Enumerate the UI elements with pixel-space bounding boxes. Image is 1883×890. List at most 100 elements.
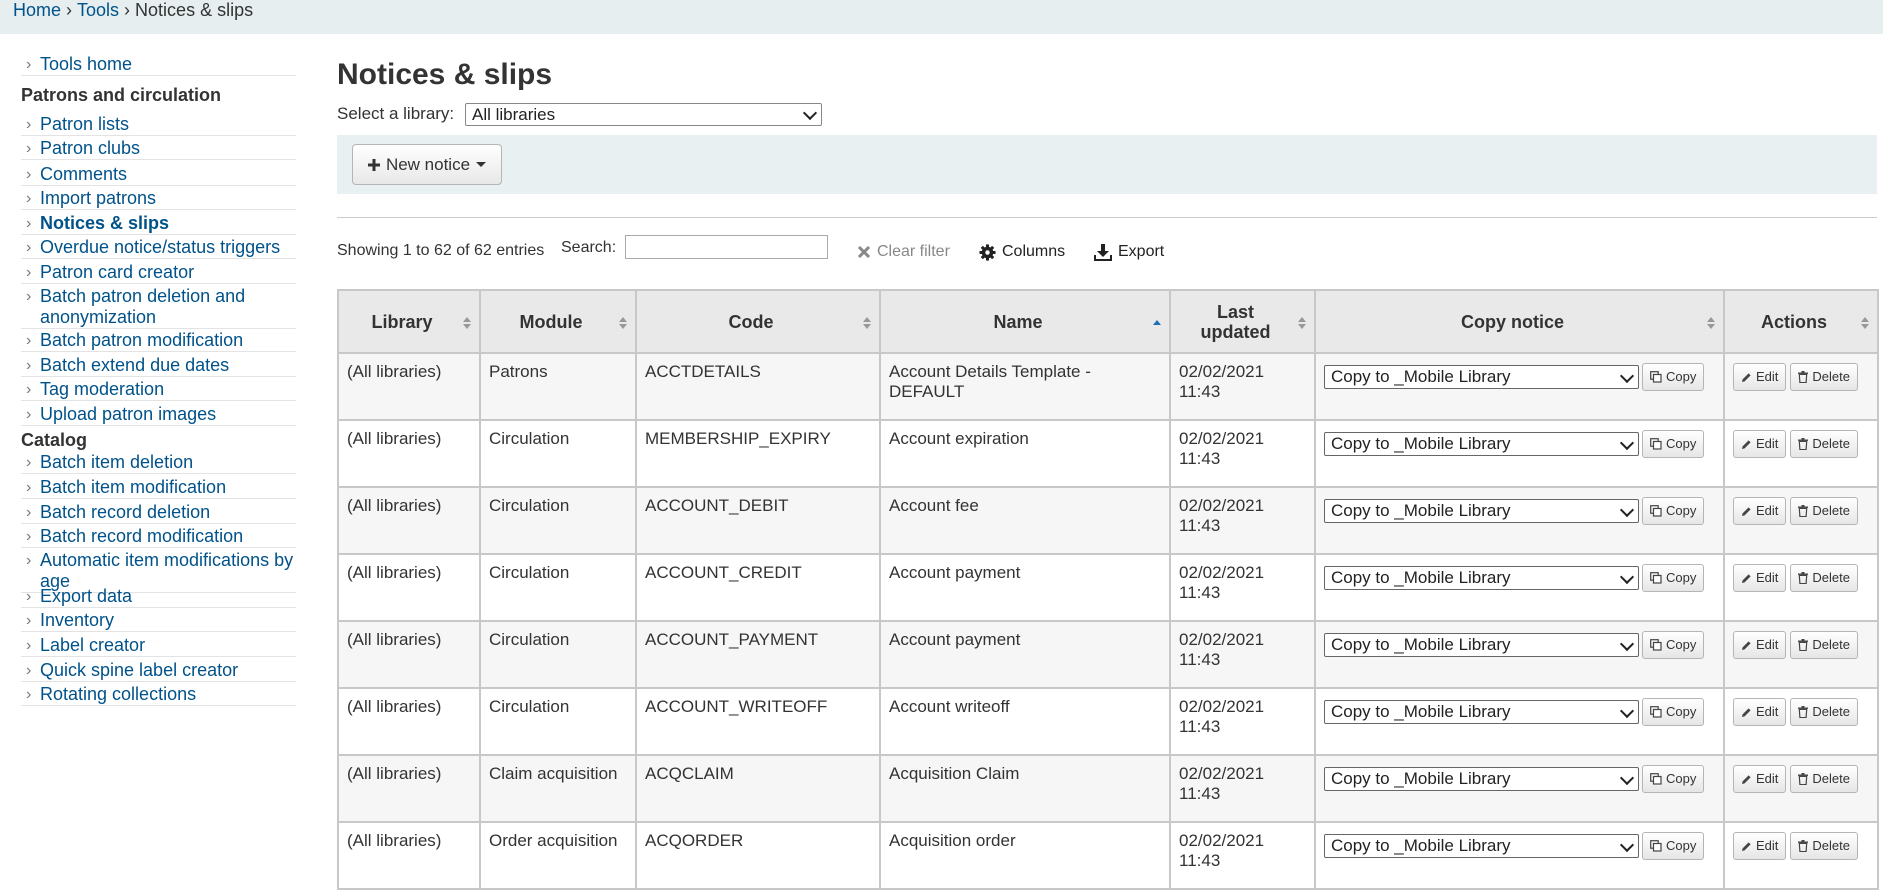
- sidebar-item-batch-record-deletion[interactable]: Batch record deletion: [21, 502, 296, 524]
- sidebar-item-comments[interactable]: Comments: [21, 164, 296, 186]
- edit-button[interactable]: Edit: [1733, 832, 1787, 860]
- sidebar-item-label[interactable]: Tag moderation: [40, 379, 164, 399]
- sidebar-item-batch-item-modification[interactable]: Batch item modification: [21, 477, 296, 499]
- copy-button[interactable]: Copy: [1642, 698, 1705, 726]
- sidebar-item-label[interactable]: Quick spine label creator: [40, 660, 238, 680]
- columns-button[interactable]: Columns: [979, 243, 1065, 261]
- sidebar-item-label[interactable]: Patron lists: [40, 114, 129, 134]
- copy-button[interactable]: Copy: [1642, 363, 1705, 391]
- copy-to-library-select[interactable]: Copy to _Mobile Library: [1324, 633, 1639, 657]
- cell-name: Acquisition Claim: [879, 754, 1171, 823]
- copy-button[interactable]: Copy: [1642, 497, 1705, 525]
- cell-copy-notice: Copy to _Mobile Library Copy: [1314, 754, 1725, 823]
- sidebar-item-patron-lists[interactable]: Patron lists: [21, 114, 296, 136]
- cell-date: 02/02/2021: [1179, 563, 1265, 582]
- sidebar-item-label[interactable]: Overdue notice/status triggers: [40, 237, 280, 257]
- delete-button[interactable]: Delete: [1790, 430, 1858, 458]
- sidebar-item-batch-item-deletion[interactable]: Batch item deletion: [21, 452, 296, 474]
- column-header-name[interactable]: Name: [879, 289, 1171, 354]
- copy-to-library-select[interactable]: Copy to _Mobile Library: [1324, 432, 1639, 456]
- sidebar-item-label[interactable]: Automatic item modifications by age: [40, 550, 293, 591]
- column-header-last-updated[interactable]: Last updated: [1169, 289, 1316, 354]
- edit-button[interactable]: Edit: [1733, 698, 1787, 726]
- copy-button[interactable]: Copy: [1642, 430, 1705, 458]
- sidebar-item-label[interactable]: Batch patron modification: [40, 330, 243, 350]
- clear-filter-button[interactable]: Clear filter: [857, 243, 950, 261]
- delete-button[interactable]: Delete: [1790, 631, 1858, 659]
- edit-button[interactable]: Edit: [1733, 631, 1787, 659]
- sidebar-item-upload-patron-images[interactable]: Upload patron images: [21, 404, 296, 426]
- copy-button[interactable]: Copy: [1642, 564, 1705, 592]
- sidebar-item-label[interactable]: Batch record deletion: [40, 502, 210, 522]
- sidebar-item-export-data[interactable]: Export data: [21, 586, 296, 608]
- copy-to-library-select[interactable]: Copy to _Mobile Library: [1324, 767, 1639, 791]
- column-header-copy-notice[interactable]: Copy notice: [1314, 289, 1725, 354]
- column-header-library[interactable]: Library: [337, 289, 481, 354]
- sidebar-item-label[interactable]: Batch record modification: [40, 526, 243, 546]
- copy-button[interactable]: Copy: [1642, 832, 1705, 860]
- delete-button[interactable]: Delete: [1790, 497, 1858, 525]
- sidebar-item-label[interactable]: Patron card creator: [40, 262, 194, 282]
- cell-date: 02/02/2021: [1179, 764, 1265, 783]
- copy-to-value: Copy to _Mobile Library: [1331, 836, 1511, 855]
- sidebar-item-patron-clubs[interactable]: Patron clubs: [21, 138, 296, 160]
- sidebar-item-label[interactable]: Label creator: [40, 635, 145, 655]
- edit-button[interactable]: Edit: [1733, 765, 1787, 793]
- sidebar-item-quick-spine-label-creator[interactable]: Quick spine label creator: [21, 660, 296, 682]
- column-header-module[interactable]: Module: [479, 289, 637, 354]
- pencil-icon: [1741, 707, 1752, 718]
- sidebar-item-notices-slips[interactable]: Notices & slips: [21, 213, 296, 235]
- delete-button[interactable]: Delete: [1790, 363, 1858, 391]
- copy-to-library-select[interactable]: Copy to _Mobile Library: [1324, 365, 1639, 389]
- sidebar-item-label-creator[interactable]: Label creator: [21, 635, 296, 657]
- sidebar-item-batch-record-modification[interactable]: Batch record modification: [21, 526, 296, 548]
- sidebar-item-label[interactable]: Import patrons: [40, 188, 156, 208]
- breadcrumb-separator: ›: [66, 0, 73, 20]
- sidebar-item-inventory[interactable]: Inventory: [21, 610, 296, 632]
- copy-button[interactable]: Copy: [1642, 631, 1705, 659]
- sidebar-item-label[interactable]: Comments: [40, 164, 127, 184]
- sidebar-item-overdue-notice-status-triggers[interactable]: Overdue notice/status triggers: [21, 237, 296, 259]
- sidebar-item-label[interactable]: Batch item modification: [40, 477, 226, 497]
- copy-to-library-select[interactable]: Copy to _Mobile Library: [1324, 834, 1639, 858]
- delete-button[interactable]: Delete: [1790, 564, 1858, 592]
- edit-button[interactable]: Edit: [1733, 363, 1787, 391]
- sidebar-item-label[interactable]: Upload patron images: [40, 404, 216, 424]
- library-select[interactable]: All libraries: [465, 103, 822, 126]
- trash-icon: [1798, 706, 1809, 718]
- copy-button[interactable]: Copy: [1642, 765, 1705, 793]
- sidebar-item-label[interactable]: Notices & slips: [40, 213, 169, 233]
- delete-button[interactable]: Delete: [1790, 765, 1858, 793]
- sidebar-item-label[interactable]: Batch extend due dates: [40, 355, 229, 375]
- copy-to-library-select[interactable]: Copy to _Mobile Library: [1324, 499, 1639, 523]
- sidebar-item-import-patrons[interactable]: Import patrons: [21, 188, 296, 210]
- sidebar-item-batch-patron-deletion-and-anonymization[interactable]: Batch patron deletion and anonymization: [21, 286, 296, 329]
- sidebar-item-patron-card-creator[interactable]: Patron card creator: [21, 262, 296, 284]
- new-notice-button[interactable]: New notice: [352, 144, 502, 185]
- sidebar-item-label[interactable]: Batch patron deletion and anonymization: [40, 286, 245, 327]
- sidebar-item-label[interactable]: Rotating collections: [40, 684, 196, 704]
- breadcrumb-home[interactable]: Home: [13, 0, 61, 20]
- sidebar-item-label[interactable]: Patron clubs: [40, 138, 140, 158]
- sidebar-item-label[interactable]: Tools home: [40, 54, 132, 74]
- sidebar-item-tools-home[interactable]: Tools home: [21, 54, 296, 76]
- sidebar-item-label[interactable]: Batch item deletion: [40, 452, 193, 472]
- delete-button[interactable]: Delete: [1790, 832, 1858, 860]
- edit-button[interactable]: Edit: [1733, 430, 1787, 458]
- breadcrumb-tools[interactable]: Tools: [77, 0, 119, 20]
- search-input[interactable]: [625, 235, 828, 259]
- sidebar-item-rotating-collections[interactable]: Rotating collections: [21, 684, 296, 706]
- copy-to-library-select[interactable]: Copy to _Mobile Library: [1324, 566, 1639, 590]
- edit-button[interactable]: Edit: [1733, 564, 1787, 592]
- column-header-actions[interactable]: Actions: [1723, 289, 1879, 354]
- sidebar-item-label[interactable]: Export data: [40, 586, 132, 606]
- delete-button[interactable]: Delete: [1790, 698, 1858, 726]
- column-header-code[interactable]: Code: [635, 289, 881, 354]
- sidebar-item-tag-moderation[interactable]: Tag moderation: [21, 379, 296, 401]
- copy-to-library-select[interactable]: Copy to _Mobile Library: [1324, 700, 1639, 724]
- edit-button[interactable]: Edit: [1733, 497, 1787, 525]
- sidebar-item-batch-patron-modification[interactable]: Batch patron modification: [21, 330, 296, 352]
- sidebar-item-batch-extend-due-dates[interactable]: Batch extend due dates: [21, 355, 296, 377]
- export-button[interactable]: Export: [1094, 243, 1164, 261]
- sidebar-item-label[interactable]: Inventory: [40, 610, 114, 630]
